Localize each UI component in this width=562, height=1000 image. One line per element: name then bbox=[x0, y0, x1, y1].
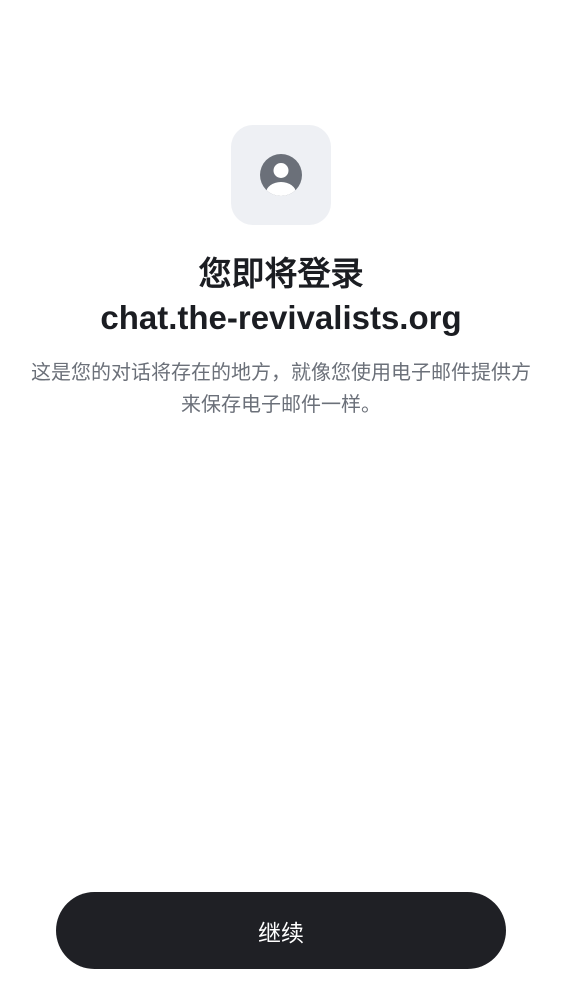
continue-button[interactable]: 继续 bbox=[56, 892, 506, 969]
login-confirmation-screen: 您即将登录 chat.the-revivalists.org 这是您的对话将存在… bbox=[0, 0, 562, 1000]
description-text: 这是您的对话将存在的地方，就像您使用电子邮件提供方来保存电子邮件一样。 bbox=[31, 360, 531, 416]
avatar-tile bbox=[231, 125, 331, 225]
title-line-primary: 您即将登录 bbox=[198, 254, 364, 293]
server-domain-title: chat.the-revivalists.org bbox=[100, 299, 462, 336]
user-circle-icon bbox=[259, 153, 303, 197]
page-title: 您即将登录 chat.the-revivalists.org bbox=[0, 252, 562, 340]
